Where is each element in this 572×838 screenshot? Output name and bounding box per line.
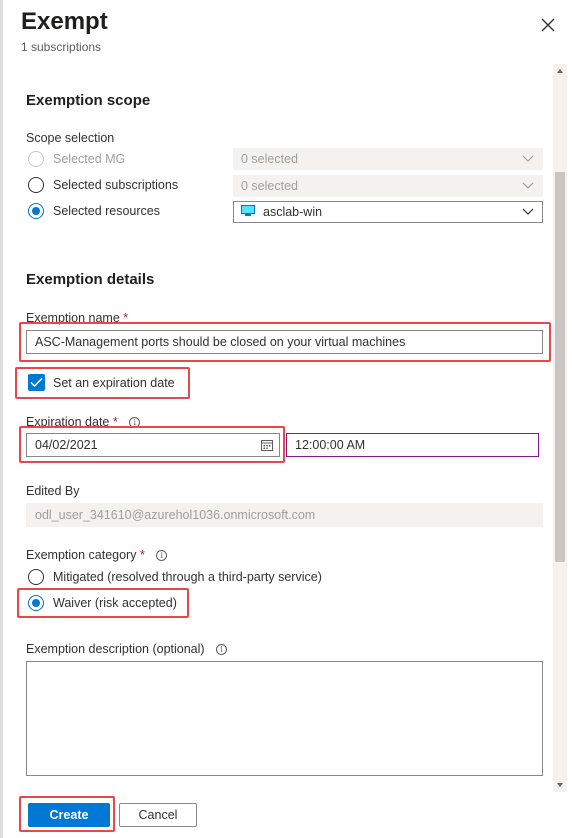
close-button[interactable]: [537, 14, 559, 36]
close-icon: [541, 18, 555, 32]
expiration-checkbox[interactable]: [28, 374, 45, 391]
resources-dropdown-value: asclab-win: [263, 205, 323, 219]
expiration-date-label-text: Expiration date: [26, 415, 110, 429]
radio-waiver-label: Waiver (risk accepted): [53, 596, 177, 610]
scope-selection-label: Scope selection: [26, 131, 115, 145]
exemption-description-label-text: Exemption description (optional): [26, 642, 205, 656]
exemption-name-input[interactable]: ASC-Management ports should be closed on…: [26, 330, 543, 354]
create-button[interactable]: Create: [28, 803, 110, 827]
subscriptions-dropdown-value: 0 selected: [241, 179, 298, 193]
edited-by-field: odl_user_341610@azurehol1036.onmicrosoft…: [26, 503, 543, 527]
chevron-down-icon: [522, 208, 534, 215]
checkmark-icon: [30, 377, 43, 388]
virtual-machine-icon: [241, 205, 255, 216]
panel-title: Exempt: [21, 8, 108, 35]
calendar-icon[interactable]: [261, 439, 273, 451]
info-icon[interactable]: i: [216, 644, 228, 655]
scroll-down-icon: [557, 783, 563, 787]
expiration-date-value: 04/02/2021: [35, 438, 98, 452]
radio-selected-resources[interactable]: [28, 203, 44, 219]
required-marker: *: [112, 415, 118, 429]
info-icon[interactable]: i: [156, 550, 168, 561]
radio-selected-mg-label: Selected MG: [53, 152, 126, 166]
chevron-down-icon: [522, 155, 534, 162]
radio-mitigated[interactable]: [28, 569, 44, 585]
exemption-name-label: Exemption name *: [26, 311, 128, 325]
exemption-category-label-text: Exemption category: [26, 548, 137, 562]
radio-mitigated-label: Mitigated (resolved through a third-part…: [53, 570, 322, 584]
details-heading: Exemption details: [26, 271, 155, 288]
exemption-name-label-text: Exemption name: [26, 311, 120, 325]
cancel-button[interactable]: Cancel: [119, 803, 197, 827]
required-marker: *: [139, 548, 145, 562]
chevron-down-icon: [522, 182, 534, 189]
scope-heading: Exemption scope: [26, 92, 151, 109]
scroll-up-icon: [557, 69, 563, 73]
expiration-checkbox-label: Set an expiration date: [53, 376, 175, 390]
expiration-time-input[interactable]: 12:00:00 AM: [286, 433, 539, 457]
radio-selected-mg[interactable]: [28, 151, 44, 167]
expiration-date-label: Expiration date * i: [26, 415, 141, 429]
exemption-description-label: Exemption description (optional) i: [26, 642, 228, 656]
mg-dropdown[interactable]: 0 selected: [233, 148, 543, 170]
required-marker: *: [123, 311, 129, 325]
resources-dropdown[interactable]: asclab-win: [233, 201, 543, 223]
radio-selected-resources-label: Selected resources: [53, 204, 161, 218]
scroll-down-button[interactable]: [553, 778, 567, 792]
expiration-date-input[interactable]: 04/02/2021: [26, 433, 280, 457]
info-icon[interactable]: i: [129, 417, 141, 428]
exemption-category-label: Exemption category * i: [26, 548, 168, 562]
radio-selected-subscriptions[interactable]: [28, 177, 44, 193]
scroll-up-button[interactable]: [553, 64, 567, 78]
edited-by-label: Edited By: [26, 484, 80, 498]
radio-selected-subscriptions-label: Selected subscriptions: [53, 178, 179, 192]
panel-subtitle: 1 subscriptions: [21, 40, 102, 54]
scrollbar-thumb[interactable]: [555, 172, 565, 562]
mg-dropdown-value: 0 selected: [241, 152, 298, 166]
subscriptions-dropdown[interactable]: 0 selected: [233, 175, 543, 197]
exemption-description-input[interactable]: [26, 661, 543, 776]
panel-edge: [0, 0, 3, 838]
radio-waiver[interactable]: [28, 595, 44, 611]
